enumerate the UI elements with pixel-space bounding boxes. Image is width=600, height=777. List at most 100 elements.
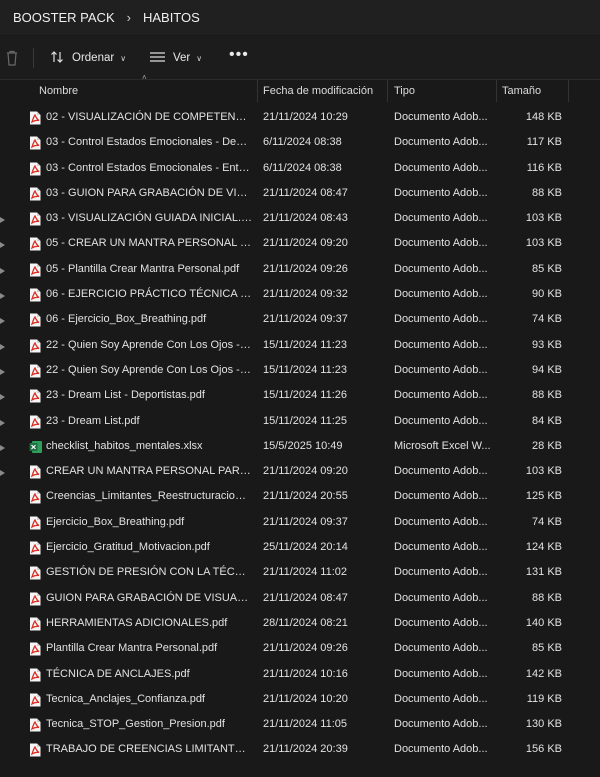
file-name: Tecnica_Anclajes_Confianza.pdf	[46, 692, 205, 705]
file-row[interactable]: HERRAMIENTAS ADICIONALES.pdf 28/11/2024 0…	[0, 611, 600, 636]
file-modified-date: 21/11/2024 09:32	[263, 288, 348, 301]
file-row[interactable]: Ejercicio_Gratitud_Motivacion.pdf 25/11/2…	[0, 535, 600, 560]
file-row[interactable]: GESTIÓN DE PRESIÓN CON LA TÉCNICA ... 21/…	[0, 560, 600, 585]
column-date[interactable]: Fecha de modificación	[263, 80, 373, 102]
column-type[interactable]: Tipo	[394, 80, 415, 102]
breadcrumb-booster-pack[interactable]: BOOSTER PACK	[13, 10, 115, 25]
file-type: Documento Adob...	[394, 414, 488, 427]
file-size: 88 KB	[532, 591, 562, 604]
file-name: Ejercicio_Gratitud_Motivacion.pdf	[46, 541, 210, 554]
file-row[interactable]: 03 - Control Estados Emocionales - Depo.…	[0, 130, 600, 155]
file-type: Documento Adob...	[394, 237, 488, 250]
file-type: Documento Adob...	[394, 642, 488, 655]
pdf-icon	[29, 187, 43, 201]
file-modified-date: 21/11/2024 10:16	[263, 667, 348, 680]
column-divider[interactable]	[496, 80, 497, 102]
file-row[interactable]: GUION PARA GRABACIÓN DE VISUALIZA... 21/1…	[0, 586, 600, 611]
quick-access-pin-icon	[0, 240, 6, 249]
file-size: 93 KB	[532, 338, 562, 351]
column-divider[interactable]	[257, 80, 258, 102]
chevron-down-icon: ∨	[196, 53, 203, 63]
file-modified-date: 21/11/2024 08:43	[263, 212, 348, 225]
file-row[interactable]: Tecnica_STOP_Gestion_Presion.pdf 21/11/20…	[0, 712, 600, 737]
file-row[interactable]: 06 - EJERCICIO PRÁCTICO TÉCNICA DE R... 2…	[0, 282, 600, 307]
breadcrumb-habitos[interactable]: HABITOS	[143, 10, 200, 25]
file-type: Documento Adob...	[394, 515, 488, 528]
sort-label: Ordenar	[72, 52, 115, 64]
file-row[interactable]: checklist_habitos_mentales.xlsx 15/5/2025…	[0, 434, 600, 459]
file-type: Documento Adob...	[394, 111, 488, 123]
quick-access-pin-icon	[0, 266, 6, 274]
column-name[interactable]: Nombre	[39, 80, 78, 102]
file-size: 94 KB	[532, 363, 562, 376]
file-modified-date: 28/11/2024 08:21	[263, 616, 348, 629]
column-divider[interactable]	[387, 80, 388, 102]
delete-trash-icon[interactable]	[4, 49, 20, 67]
pdf-icon	[29, 415, 43, 429]
column-size[interactable]: Tamaño	[502, 80, 541, 102]
pdf-icon	[29, 516, 43, 530]
file-name: 03 - GUION PARA GRABACIÓN DE VISUA...	[46, 186, 252, 199]
file-type: Documento Adob...	[394, 692, 488, 705]
file-name: HERRAMIENTAS ADICIONALES.pdf	[46, 616, 228, 629]
pdf-icon	[29, 718, 43, 732]
file-modified-date: 21/11/2024 11:02	[263, 566, 348, 579]
file-row[interactable]: TRABAJO DE CREENCIAS LIMITANTES.pdf 21/11…	[0, 737, 600, 762]
file-row[interactable]: CREAR UN MANTRA PERSONAL PARA E... 21/11/…	[0, 459, 600, 484]
file-row[interactable]: Tecnica_Anclajes_Confianza.pdf 21/11/2024…	[0, 687, 600, 712]
file-size: 130 KB	[525, 718, 562, 731]
file-type: Documento Adob...	[394, 667, 488, 680]
file-row[interactable]: 23 - Dream List.pdf 15/11/2024 11:25 Docum…	[0, 409, 600, 434]
file-size: 131 KB	[525, 566, 562, 579]
file-type: Documento Adob...	[394, 541, 488, 554]
file-modified-date: 21/11/2024 09:20	[263, 237, 348, 250]
file-modified-date: 6/11/2024 08:38	[263, 136, 342, 149]
pdf-icon	[29, 592, 43, 606]
file-row[interactable]: 06 - Ejercicio_Box_Breathing.pdf 21/11/20…	[0, 307, 600, 332]
file-row[interactable]: 02 - VISUALIZACIÓN DE COMPETENCIA I... 21…	[0, 105, 600, 130]
file-size: 103 KB	[525, 465, 562, 478]
file-row[interactable]: 03 - VISUALIZACIÓN GUIADA INICIAL.pdf 21/…	[0, 206, 600, 231]
pdf-icon	[29, 364, 43, 378]
pdf-icon	[29, 237, 43, 251]
file-name: 06 - Ejercicio_Box_Breathing.pdf	[46, 313, 207, 326]
file-modified-date: 15/5/2025 10:49	[263, 439, 343, 452]
pdf-icon	[29, 743, 43, 757]
file-row[interactable]: 03 - Control Estados Emocionales - Entre…	[0, 156, 600, 181]
pdf-icon	[29, 617, 43, 631]
file-name: Ejercicio_Box_Breathing.pdf	[46, 515, 185, 528]
file-size: 119 KB	[526, 692, 562, 705]
sort-button[interactable]: Ordenar ∨	[50, 49, 126, 67]
file-size: 74 KB	[532, 313, 562, 326]
file-row[interactable]: Plantilla Crear Mantra Personal.pdf 21/11…	[0, 636, 600, 661]
file-name: 05 - Plantilla Crear Mantra Personal.pdf	[46, 262, 240, 275]
file-modified-date: 25/11/2024 20:14	[263, 541, 348, 554]
file-row[interactable]: Ejercicio_Box_Breathing.pdf 21/11/2024 09…	[0, 510, 600, 535]
view-button[interactable]: Ver ∨	[150, 49, 202, 67]
file-name: CREAR UN MANTRA PERSONAL PARA E...	[46, 465, 252, 478]
vertical-scrollbar[interactable]	[593, 105, 597, 765]
file-name: TRABAJO DE CREENCIAS LIMITANTES.pdf	[46, 743, 252, 756]
address-bar[interactable]: BOOSTER PACK › HABITOS	[0, 0, 600, 35]
file-size: 88 KB	[532, 389, 562, 402]
file-row[interactable]: Creencias_Limitantes_Reestructuracion.pd…	[0, 484, 600, 509]
file-name: Plantilla Crear Mantra Personal.pdf	[46, 642, 218, 655]
file-type: Documento Adob...	[394, 136, 488, 149]
file-row[interactable]: 23 - Dream List - Deportistas.pdf 15/11/2…	[0, 383, 600, 408]
file-modified-date: 21/11/2024 08:47	[263, 186, 348, 199]
file-row[interactable]: 03 - GUION PARA GRABACIÓN DE VISUA... 21/…	[0, 181, 600, 206]
pdf-icon	[29, 541, 43, 555]
pdf-icon	[29, 313, 43, 327]
more-options-button[interactable]: •••	[229, 46, 249, 64]
file-row[interactable]: 05 - Plantilla Crear Mantra Personal.pdf…	[0, 257, 600, 282]
pdf-icon	[29, 339, 43, 353]
file-row[interactable]: 22 - Quien Soy Aprende Con Los Ojos - E.…	[0, 358, 600, 383]
file-row[interactable]: TÉCNICA DE ANCLAJES.pdf 21/11/2024 10:16 D…	[0, 662, 600, 687]
pdf-icon	[29, 263, 43, 277]
file-row[interactable]: 05 - CREAR UN MANTRA PERSONAL PAR... 21/1…	[0, 231, 600, 256]
pdf-icon	[29, 288, 43, 302]
pdf-icon	[29, 566, 43, 580]
quick-access-pin-icon	[0, 468, 6, 477]
file-row[interactable]: 22 - Quien Soy Aprende Con Los Ojos - D.…	[0, 333, 600, 358]
column-divider[interactable]	[568, 80, 569, 102]
